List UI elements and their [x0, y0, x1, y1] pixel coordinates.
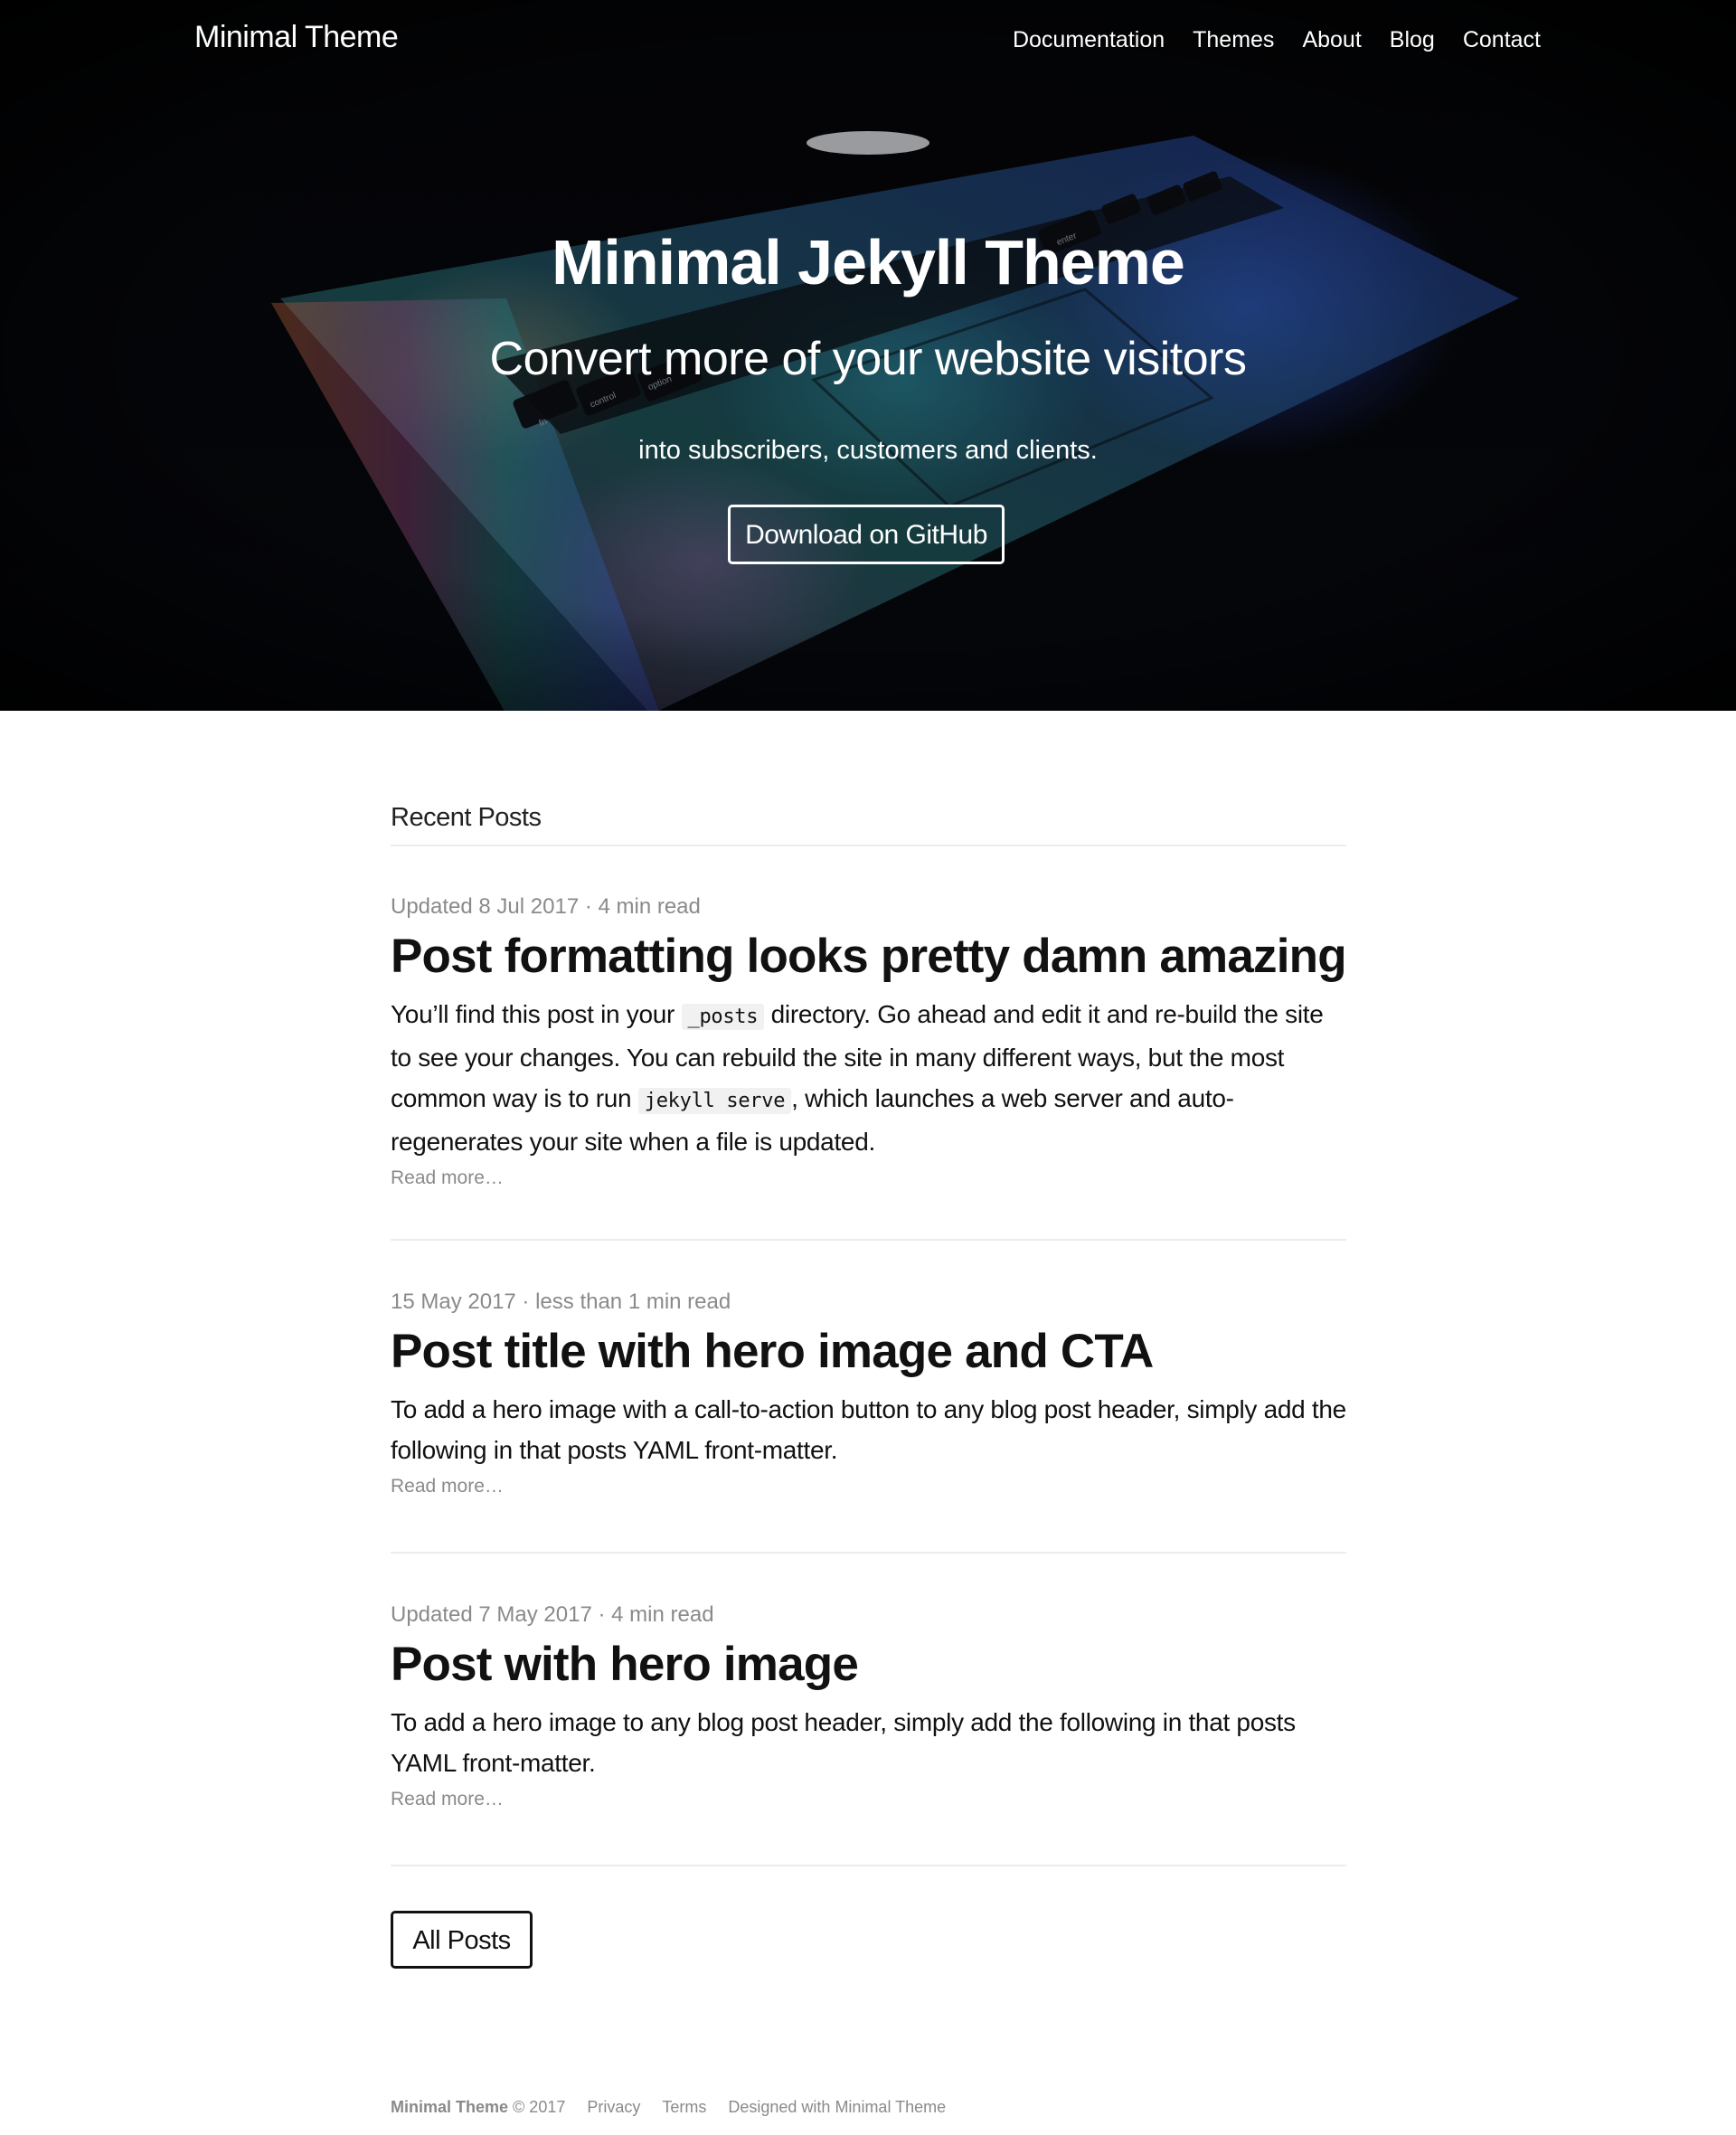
post-divider	[391, 1865, 1346, 1866]
post-divider	[391, 1239, 1346, 1241]
excerpt-text: You’ll find this post in your	[391, 1000, 682, 1028]
footer-link-privacy[interactable]: Privacy	[587, 2098, 640, 2117]
read-more-link[interactable]: Read more…	[391, 1789, 1346, 1810]
top-navigation: Minimal Theme Documentation Themes About…	[0, 0, 1736, 81]
post-excerpt: You’ll find this post in your _posts dir…	[391, 994, 1346, 1162]
footer-year: © 2017	[513, 2098, 566, 2116]
post-title-link[interactable]: Post title with hero image and CTA	[391, 1320, 1346, 1384]
footer-link-designed-with[interactable]: Designed with Minimal Theme	[728, 2098, 946, 2117]
nav-link-themes[interactable]: Themes	[1193, 27, 1274, 53]
post-item: 15 May 2017 · less than 1 min read Post …	[391, 1287, 1346, 1497]
inline-code: _posts	[681, 1004, 765, 1030]
hero-title: Minimal Jekyll Theme	[552, 227, 1185, 298]
footer-link-terms[interactable]: Terms	[662, 2098, 706, 2117]
read-more-link[interactable]: Read more…	[391, 1476, 1346, 1497]
nav-link-documentation[interactable]: Documentation	[1013, 27, 1165, 53]
footer-brand: Minimal Theme	[391, 2098, 509, 2116]
read-more-link[interactable]: Read more…	[391, 1167, 1346, 1189]
all-posts-button[interactable]: All Posts	[391, 1911, 533, 1969]
post-meta: 15 May 2017 · less than 1 min read	[391, 1290, 731, 1314]
hero-section: fn control option enter Minimal Theme Do…	[0, 0, 1736, 711]
download-github-button[interactable]: Download on GitHub	[728, 505, 1005, 564]
site-brand-link[interactable]: Minimal Theme	[194, 20, 399, 55]
footer-copyright: Minimal Theme © 2017	[391, 2098, 565, 2117]
section-divider	[391, 845, 1346, 846]
post-excerpt: To add a hero image to any blog post hea…	[391, 1708, 1296, 1777]
post-item: Updated 7 May 2017 · 4 min read Post wit…	[391, 1600, 1346, 1810]
nav-links: Documentation Themes About Blog Contact	[1013, 27, 1541, 53]
nav-link-blog[interactable]: Blog	[1390, 27, 1435, 53]
nav-link-contact[interactable]: Contact	[1463, 27, 1541, 53]
hero-subtitle: Convert more of your website visitors	[489, 333, 1247, 385]
post-divider	[391, 1552, 1346, 1554]
post-meta: Updated 7 May 2017 · 4 min read	[391, 1602, 714, 1627]
post-title-link[interactable]: Post formatting looks pretty damn amazin…	[391, 925, 1347, 988]
nav-link-about[interactable]: About	[1302, 27, 1361, 53]
section-heading: Recent Posts	[391, 803, 542, 832]
post-excerpt: To add a hero image with a call-to-actio…	[391, 1395, 1346, 1464]
hero-tagline: into subscribers, customers and clients.	[638, 436, 1098, 465]
post-title-link[interactable]: Post with hero image	[391, 1633, 1346, 1696]
post-item: Updated 8 Jul 2017 · 4 min read Post for…	[391, 892, 1347, 1189]
site-footer: Minimal Theme © 2017 Privacy Terms Desig…	[391, 2098, 946, 2117]
post-meta: Updated 8 Jul 2017 · 4 min read	[391, 894, 701, 919]
inline-code: jekyll serve	[637, 1088, 792, 1114]
